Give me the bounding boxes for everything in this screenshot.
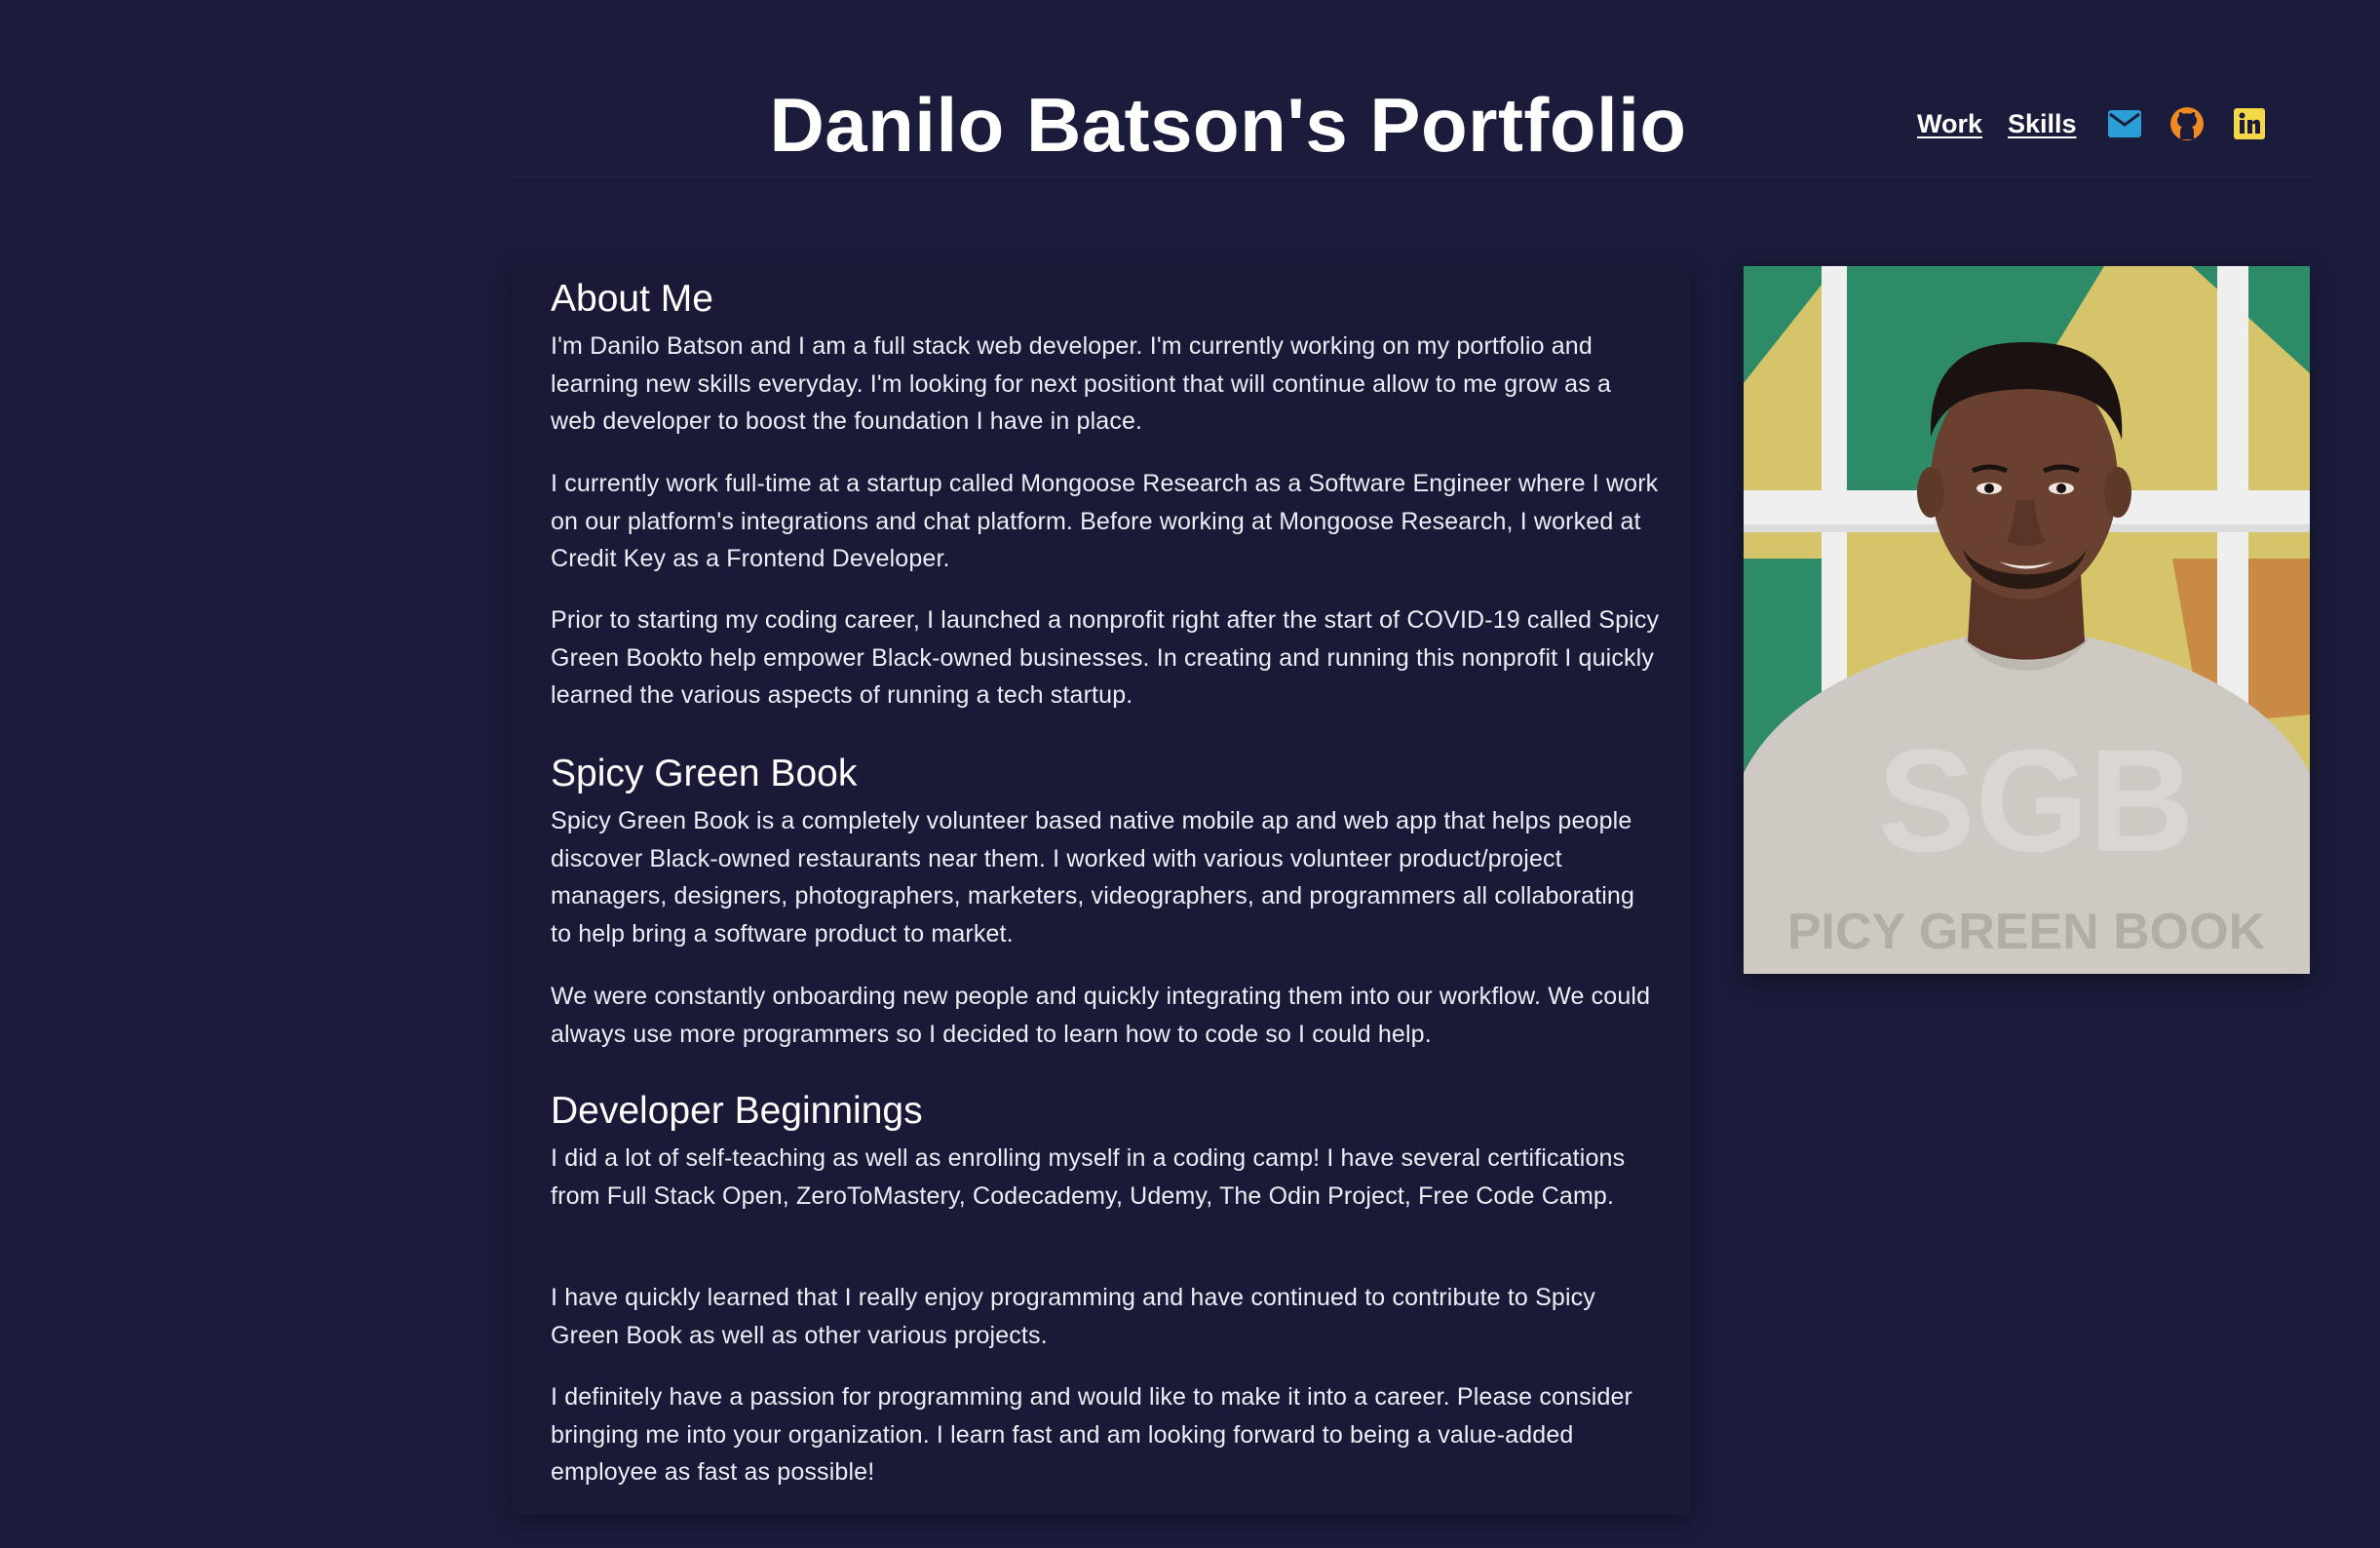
about-paragraph-2: I currently work full-time at a startup … xyxy=(551,470,1659,572)
site-header: Danilo Batson's Portfolio Work Skills xyxy=(512,0,2315,177)
profile-photo: SGB PICY GREEN BOOK xyxy=(1744,266,2310,974)
spicy-green-book-heading: Spicy Green Book xyxy=(551,753,858,794)
nav-link-skills[interactable]: Skills xyxy=(2008,109,2077,139)
about-paragraph-1: I'm Danilo Batson and I am a full stack … xyxy=(551,332,1612,435)
developer-beginnings-heading: Developer Beginnings xyxy=(551,1090,923,1132)
spicy-paragraph-1: Spicy Green Book is a completely volunte… xyxy=(551,807,1635,948)
spicy-paragraph-2: We were constantly onboarding new people… xyxy=(551,983,1651,1048)
about-paragraph-3: Prior to starting my coding career, I la… xyxy=(551,606,1660,709)
beginnings-paragraph-2: I have quickly learned that I really enj… xyxy=(551,1284,1595,1349)
about-card: About Me I'm Danilo Batson and I am a fu… xyxy=(512,265,1691,1515)
nav-link-work[interactable]: Work xyxy=(1917,109,1982,139)
beginnings-paragraph-1: I did a lot of self-teaching as well as … xyxy=(551,1144,1626,1210)
mail-icon[interactable] xyxy=(2106,105,2143,142)
about-heading: About Me xyxy=(551,278,713,320)
beginnings-paragraph-3: I definitely have a passion for programm… xyxy=(551,1383,1633,1486)
svg-text:SGB: SGB xyxy=(1877,718,2194,882)
github-icon[interactable] xyxy=(2169,105,2206,142)
social-links xyxy=(2106,105,2268,142)
main-nav: Work Skills xyxy=(1917,99,2268,148)
linkedin-icon[interactable] xyxy=(2231,105,2268,142)
shirt-text: PICY GREEN BOOK xyxy=(1787,904,2266,960)
page-title: Danilo Batson's Portfolio xyxy=(769,82,1687,168)
